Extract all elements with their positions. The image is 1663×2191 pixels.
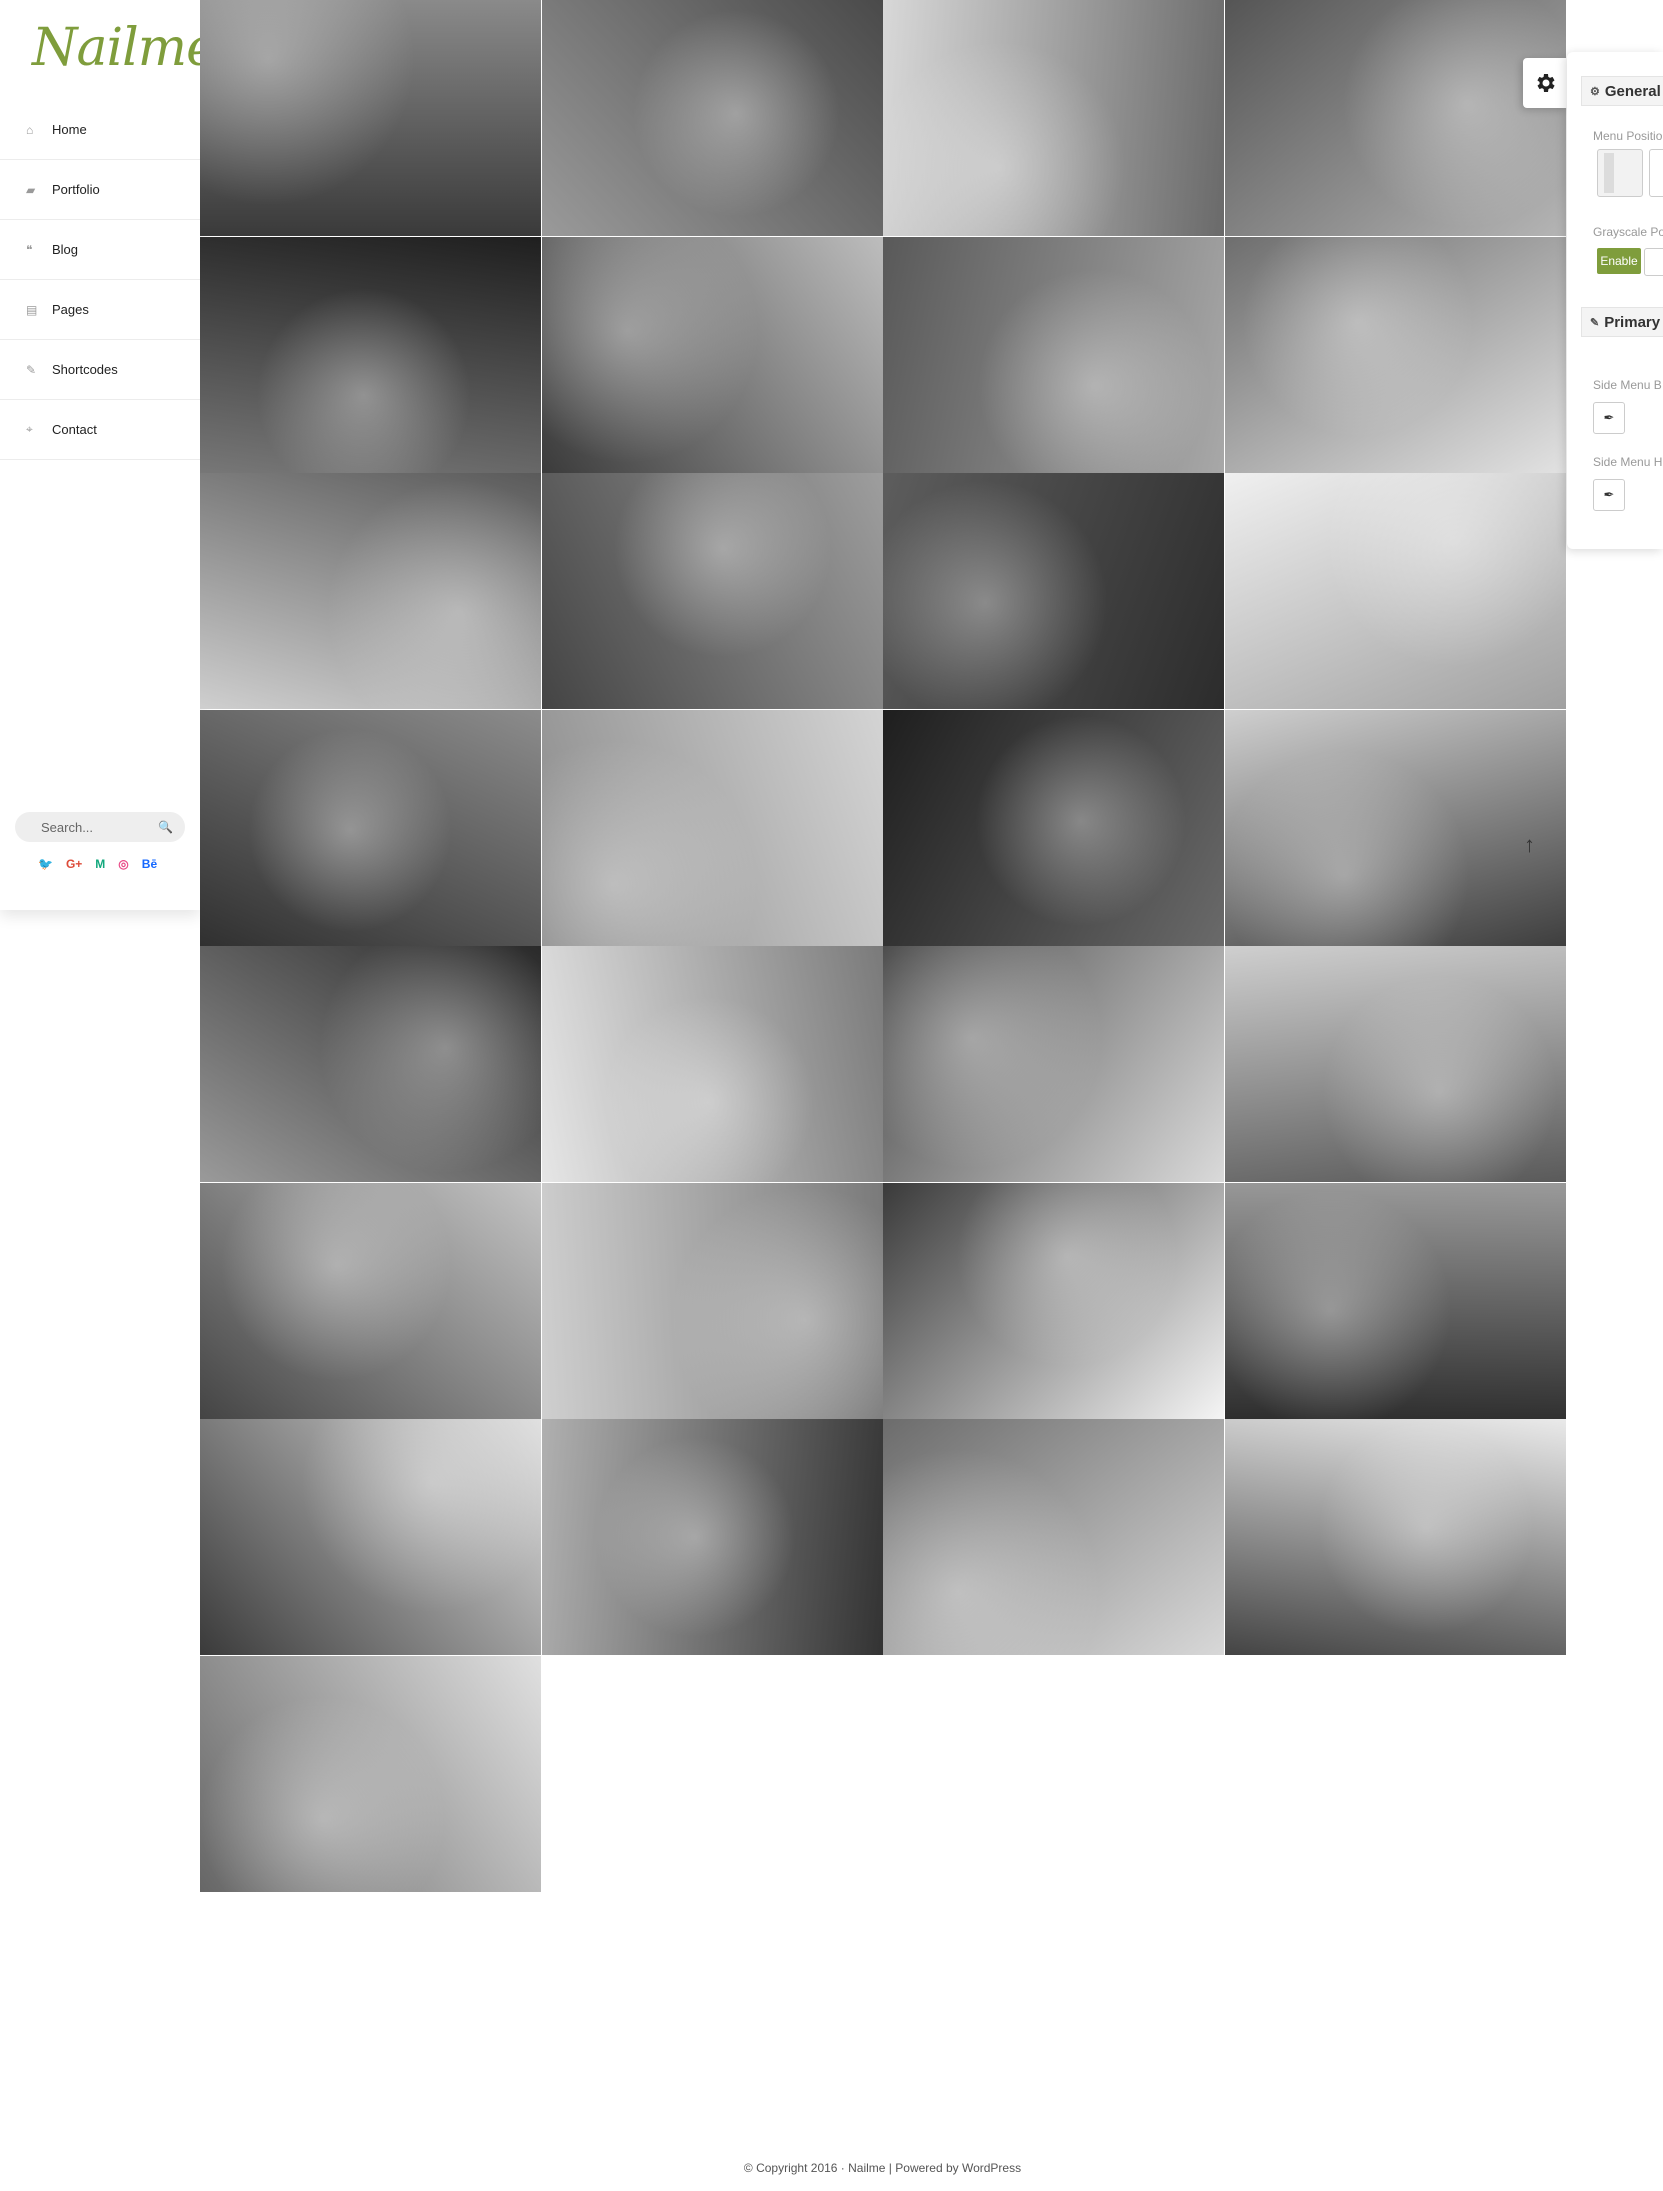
portfolio-item[interactable] (541, 946, 883, 1182)
side-menu-bg-label: Side Menu B (1593, 378, 1662, 392)
portfolio-item[interactable] (541, 1419, 883, 1655)
settings-panel: ⚙ General Menu Position Grayscale Po Ena… (1567, 52, 1663, 549)
home-icon: ⌂ (26, 122, 34, 137)
portfolio-item[interactable] (541, 1182, 883, 1419)
portfolio-item[interactable] (200, 1419, 541, 1655)
portfolio-item[interactable] (541, 473, 883, 709)
search-box: 🔍 (15, 812, 185, 842)
portfolio-item[interactable] (200, 236, 541, 473)
grayscale-disable-button[interactable] (1644, 248, 1663, 276)
side-menu-hover-color-picker[interactable]: ✒ (1593, 479, 1625, 511)
general-section-header[interactable]: ⚙ General (1581, 76, 1663, 106)
menu-position-left-option[interactable] (1597, 149, 1643, 197)
portfolio-item[interactable] (1224, 473, 1566, 709)
search-icon[interactable]: 🔍 (158, 820, 173, 834)
nav-item-portfolio[interactable]: ▰ Portfolio (0, 160, 200, 220)
portfolio-item[interactable] (200, 1655, 541, 1892)
portfolio-item[interactable] (200, 946, 541, 1182)
portfolio-item[interactable] (1224, 709, 1566, 946)
portfolio-item[interactable] (1224, 1182, 1566, 1419)
quote-icon: ❝ (26, 242, 33, 257)
behance-icon[interactable]: Bē (142, 857, 157, 871)
menu-position-right-option[interactable] (1649, 149, 1663, 197)
search-input[interactable] (39, 818, 159, 836)
portfolio-item[interactable] (1224, 1419, 1566, 1655)
portfolio-item[interactable] (883, 709, 1224, 946)
medium-icon[interactable]: M (95, 857, 105, 871)
nav-item-pages[interactable]: ▤ Pages (0, 280, 200, 340)
portfolio-item[interactable] (541, 0, 883, 236)
portfolio-item[interactable] (541, 236, 883, 473)
portfolio-item[interactable] (883, 946, 1224, 1182)
side-menu: Nailme ⌂ Home ▰ Portfolio ❝ Blog ▤ Pages… (0, 0, 217, 910)
pages-icon: ▤ (26, 302, 38, 317)
portfolio-item[interactable] (883, 1419, 1224, 1655)
portfolio-item[interactable] (883, 0, 1224, 236)
portfolio-item[interactable] (200, 0, 541, 236)
footer-copyright: © Copyright 2016 · Nailme | Powered by W… (743, 2161, 1022, 2175)
portfolio-item[interactable] (883, 236, 1224, 473)
nav-item-blog[interactable]: ❝ Blog (0, 220, 200, 280)
folder-icon: ▰ (26, 182, 36, 197)
nav-item-home[interactable]: ⌂ Home (0, 100, 200, 160)
pin-icon: ✎ (26, 362, 37, 377)
google-plus-icon[interactable]: G+ (66, 857, 82, 871)
portfolio-item[interactable] (541, 709, 883, 946)
social-links: 🐦 G+ M ◎ Bē (38, 857, 157, 871)
portfolio-item[interactable] (883, 1182, 1224, 1419)
menu-position-label: Menu Position (1593, 129, 1663, 143)
dribbble-icon[interactable]: ◎ (118, 857, 128, 871)
brush-icon: ✎ (1590, 316, 1600, 329)
nav-item-label: Shortcodes (52, 362, 118, 377)
portfolio-item[interactable] (200, 473, 541, 709)
site-logo[interactable]: Nailme (32, 18, 217, 78)
grayscale-enable-button[interactable]: Enable (1597, 248, 1641, 274)
grayscale-label: Grayscale Po (1593, 225, 1663, 239)
portfolio-item[interactable] (883, 473, 1224, 709)
settings-toggle-button[interactable] (1523, 58, 1567, 108)
location-icon: ⌖ (26, 422, 33, 436)
eyedropper-icon: ✒ (1603, 410, 1615, 425)
twitter-icon[interactable]: 🐦 (38, 857, 53, 871)
side-menu-hover-label: Side Menu H (1593, 455, 1663, 469)
portfolio-item[interactable] (1224, 946, 1566, 1182)
nav-item-contact[interactable]: ⌖ Contact (0, 400, 200, 460)
cogs-icon: ⚙ (1590, 85, 1600, 98)
nav-item-label: Pages (52, 302, 89, 317)
portfolio-item[interactable] (1224, 0, 1566, 236)
main-nav: ⌂ Home ▰ Portfolio ❝ Blog ▤ Pages ✎ Shor… (0, 100, 200, 460)
portfolio-item[interactable] (1224, 236, 1566, 473)
nav-item-label: Blog (52, 242, 79, 257)
portfolio-item[interactable] (200, 1182, 541, 1419)
portfolio-item[interactable] (200, 709, 541, 946)
nav-item-label: Contact (52, 422, 97, 437)
primary-section-header[interactable]: ✎ Primary (1581, 307, 1663, 337)
back-to-top-icon[interactable]: ↑ (1524, 832, 1535, 858)
eyedropper-icon: ✒ (1603, 487, 1615, 502)
nav-item-label: Portfolio (52, 182, 100, 197)
gear-icon (1537, 74, 1555, 92)
nav-item-label: Home (52, 122, 87, 137)
nav-item-shortcodes[interactable]: ✎ Shortcodes (0, 340, 200, 400)
side-menu-bg-color-picker[interactable]: ✒ (1593, 402, 1625, 434)
